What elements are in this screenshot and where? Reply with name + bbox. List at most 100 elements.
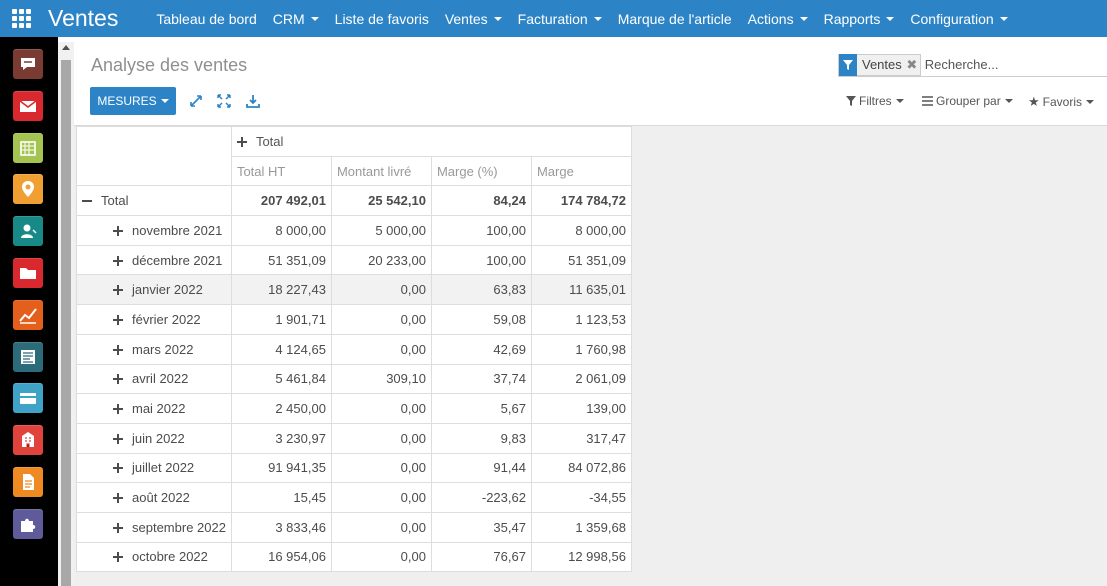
pivot-cell[interactable]: 0,00 [330,541,432,573]
document-icon[interactable] [13,467,43,497]
group-by-dropdown[interactable]: Grouper par [922,94,1013,108]
pivot-cell[interactable]: 59,08 [430,304,532,335]
row-header[interactable]: février 2022 [76,304,232,335]
pivot-cell[interactable]: 0,00 [330,511,432,543]
row-header[interactable]: juillet 2022 [76,452,232,484]
pivot-cell[interactable]: 25 542,10 [330,185,432,217]
pivot-cell[interactable]: 3 230,97 [230,422,332,454]
menu-item[interactable]: Actions [740,0,816,37]
download-icon[interactable] [245,93,261,109]
measure-header[interactable]: Montant livré [330,155,432,187]
discuss-icon[interactable] [13,49,43,79]
pivot-cell[interactable]: 139,00 [530,393,632,424]
measure-header[interactable]: Total HT [230,155,332,187]
pivot-cell[interactable]: 18 227,43 [230,274,332,306]
pivot-cell[interactable]: 8 000,00 [530,215,632,246]
pivot-cell[interactable]: 100,00 [430,244,532,276]
pivot-cell[interactable]: 317,47 [530,422,632,454]
filters-dropdown[interactable]: Filtres [846,94,904,108]
pivot-cell[interactable]: 9,83 [430,422,532,454]
chart-icon[interactable] [13,299,43,330]
pivot-cell[interactable]: 0,00 [330,333,432,365]
pivot-cell[interactable]: 20 233,00 [330,244,432,276]
row-header[interactable]: Total [76,185,232,217]
menu-item[interactable]: Marque de l'article [610,0,740,37]
row-header[interactable]: mai 2022 [76,393,232,424]
pivot-cell[interactable]: 37,74 [430,363,532,395]
flip-axis-icon[interactable] [188,93,204,109]
card-icon[interactable] [13,383,43,414]
pivot-cell[interactable]: 2 450,00 [230,393,332,424]
apps-grid-icon[interactable] [12,8,32,29]
pivot-cell[interactable]: 0,00 [330,393,432,424]
pivot-cell[interactable]: 5 000,00 [330,215,432,246]
pivot-cell[interactable]: 0,00 [330,482,432,513]
map-pin-icon[interactable] [13,174,43,205]
pivot-cell[interactable]: 1 760,98 [530,333,632,365]
row-header[interactable]: mars 2022 [76,333,232,365]
row-header[interactable]: novembre 2021 [76,215,232,246]
row-header[interactable]: juin 2022 [76,422,232,454]
pivot-cell[interactable]: 15,45 [230,482,332,513]
pivot-cell[interactable]: 12 998,56 [530,541,632,573]
pivot-cell[interactable]: 309,10 [330,363,432,395]
pivot-cell[interactable]: 4 124,65 [230,333,332,365]
pivot-cell[interactable]: 1 901,71 [230,304,332,335]
pivot-cell[interactable]: 16 954,06 [230,541,332,573]
pivot-cell[interactable]: -223,62 [430,482,532,513]
menu-item[interactable]: Liste de favoris [327,0,437,37]
pivot-cell[interactable]: 91 941,35 [230,452,332,484]
pivot-cell[interactable]: 91,44 [430,452,532,484]
pivot-cell[interactable]: -34,55 [530,482,632,513]
menu-item[interactable]: Rapports [816,0,903,37]
pivot-cell[interactable]: 0,00 [330,422,432,454]
pivot-cell[interactable]: 51 351,09 [530,244,632,276]
calendar-icon[interactable] [13,132,43,163]
search-input[interactable] [924,57,1065,72]
puzzle-icon[interactable] [13,508,43,539]
folder-icon[interactable] [13,258,43,288]
pivot-cell[interactable]: 0,00 [330,452,432,484]
pivot-cell[interactable]: 2 061,09 [530,363,632,395]
row-header[interactable]: octobre 2022 [76,541,232,573]
measures-button[interactable]: MESURES [90,87,176,115]
pivot-cell[interactable]: 35,47 [430,511,532,543]
pivot-cell[interactable]: 84,24 [430,185,532,217]
pivot-cell[interactable]: 3 833,46 [230,511,332,543]
mail-icon[interactable] [13,90,43,121]
measure-header[interactable]: Marge (%) [430,155,532,187]
pivot-cell[interactable]: 63,83 [430,274,532,306]
pivot-cell[interactable]: 100,00 [430,215,532,246]
pivot-cell[interactable]: 0,00 [330,274,432,306]
pivot-cell[interactable]: 1 123,53 [530,304,632,335]
menu-item[interactable]: CRM [265,0,327,37]
row-header[interactable]: avril 2022 [76,363,232,395]
pivot-cell[interactable]: 76,67 [430,541,532,573]
measure-header[interactable]: Marge [530,155,632,187]
menu-item[interactable]: Facturation [510,0,610,37]
pivot-cell[interactable]: 5,67 [430,393,532,424]
contacts-icon[interactable] [13,216,43,247]
pivot-cell[interactable]: 8 000,00 [230,215,332,246]
newspaper-icon[interactable] [13,341,43,372]
building-icon[interactable] [13,425,43,456]
menu-item[interactable]: Tableau de bord [148,0,264,37]
row-header[interactable]: août 2022 [76,482,232,513]
pivot-cell[interactable]: 42,69 [430,333,532,365]
row-header[interactable]: septembre 2022 [76,511,232,543]
pivot-cell[interactable]: 84 072,86 [530,452,632,484]
vertical-scrollbar[interactable] [58,42,74,586]
row-header[interactable]: décembre 2021 [76,244,232,276]
pivot-cell[interactable]: 5 461,84 [230,363,332,395]
pivot-cell[interactable]: 174 784,72 [530,185,632,217]
pivot-cell[interactable]: 51 351,09 [230,244,332,276]
scrollbar-thumb[interactable] [61,60,71,586]
column-header-total[interactable]: Total [230,126,632,157]
pivot-cell[interactable]: 207 492,01 [230,185,332,217]
pivot-cell[interactable]: 11 635,01 [530,274,632,306]
pivot-cell[interactable]: 1 359,68 [530,511,632,543]
favorites-dropdown[interactable]: ★ Favoris [1028,94,1094,110]
row-header[interactable]: janvier 2022 [76,274,232,306]
pivot-cell[interactable]: 0,00 [330,304,432,335]
remove-facet-icon[interactable]: ✖ [906,57,918,73]
